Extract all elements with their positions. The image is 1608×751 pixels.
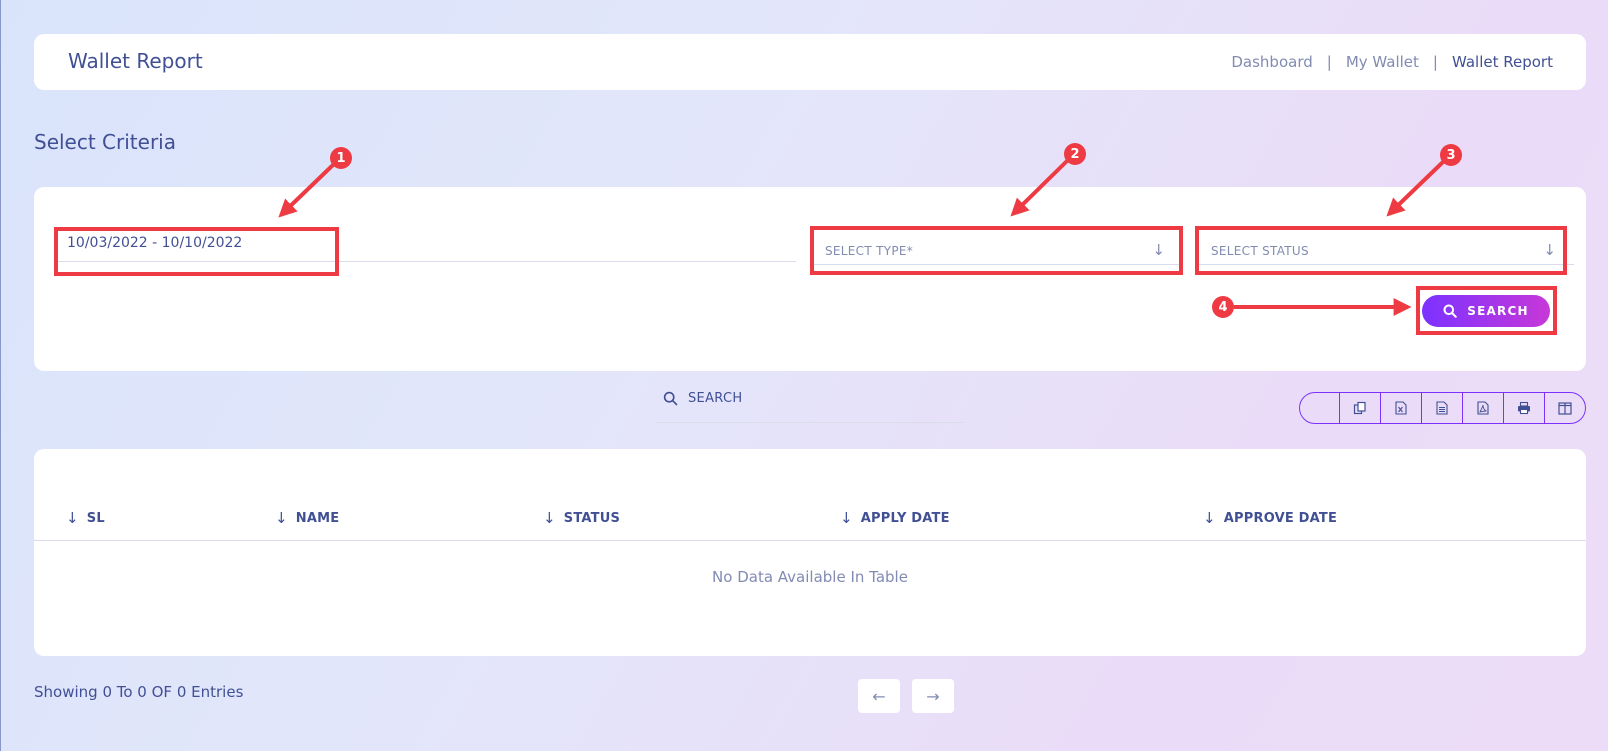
column-label: SL bbox=[86, 510, 105, 526]
sort-arrow-icon: ↓ bbox=[543, 509, 556, 527]
search-icon bbox=[663, 391, 678, 406]
column-header-sl[interactable]: ↓ SL bbox=[66, 509, 105, 527]
pdf-button[interactable] bbox=[1462, 393, 1503, 423]
entries-info: Showing 0 To 0 OF 0 Entries bbox=[34, 683, 244, 701]
annotation-badge-4: 4 bbox=[1212, 296, 1234, 318]
column-label: NAME bbox=[295, 510, 340, 526]
table-header-divider bbox=[34, 540, 1586, 541]
sort-arrow-icon: ↓ bbox=[275, 509, 288, 527]
arrow-right-icon: → bbox=[926, 686, 940, 706]
annotation-arrow-3 bbox=[1386, 159, 1446, 217]
table-search-placeholder: SEARCH bbox=[688, 391, 743, 406]
sort-arrow-icon: ↓ bbox=[66, 509, 79, 527]
column-label: APPLY DATE bbox=[860, 510, 950, 526]
copy-icon bbox=[1353, 401, 1366, 415]
csv-button[interactable] bbox=[1421, 393, 1462, 423]
pdf-icon bbox=[1477, 401, 1489, 415]
column-header-apply-date[interactable]: ↓ APPLY DATE bbox=[840, 509, 950, 527]
print-icon bbox=[1518, 401, 1530, 415]
excel-button[interactable] bbox=[1380, 393, 1421, 423]
sort-arrow-icon: ↓ bbox=[840, 509, 853, 527]
sort-arrow-icon: ↓ bbox=[1203, 509, 1216, 527]
excel-icon bbox=[1395, 401, 1407, 415]
empty-table-message: No Data Available In Table bbox=[712, 568, 908, 586]
csv-icon bbox=[1436, 401, 1448, 415]
column-label: STATUS bbox=[563, 510, 621, 526]
table-search-input[interactable]: SEARCH bbox=[656, 382, 964, 423]
print-button[interactable] bbox=[1503, 393, 1544, 423]
annotation-badge-1: 1 bbox=[330, 147, 352, 169]
column-header-status[interactable]: ↓ STATUS bbox=[543, 509, 620, 527]
table-card: ↓ SL ↓ NAME ↓ STATUS ↓ APPLY DATE ↓ APPR… bbox=[34, 449, 1586, 656]
column-header-name[interactable]: ↓ NAME bbox=[275, 509, 339, 527]
previous-page-button[interactable]: ← bbox=[858, 679, 900, 713]
columns-button[interactable] bbox=[1544, 393, 1585, 423]
next-page-button[interactable]: → bbox=[912, 679, 954, 713]
columns-icon bbox=[1558, 401, 1572, 415]
copy-button[interactable] bbox=[1339, 393, 1380, 423]
annotation-badge-2: 2 bbox=[1064, 143, 1086, 165]
annotation-arrow-2 bbox=[1010, 158, 1070, 217]
arrow-left-icon: ← bbox=[872, 686, 886, 706]
column-header-approve-date[interactable]: ↓ APPROVE DATE bbox=[1203, 509, 1337, 527]
annotation-arrow-1 bbox=[278, 162, 336, 218]
column-label: APPROVE DATE bbox=[1223, 510, 1338, 526]
annotation-badge-3: 3 bbox=[1440, 144, 1462, 166]
export-toolbar bbox=[1299, 392, 1586, 424]
